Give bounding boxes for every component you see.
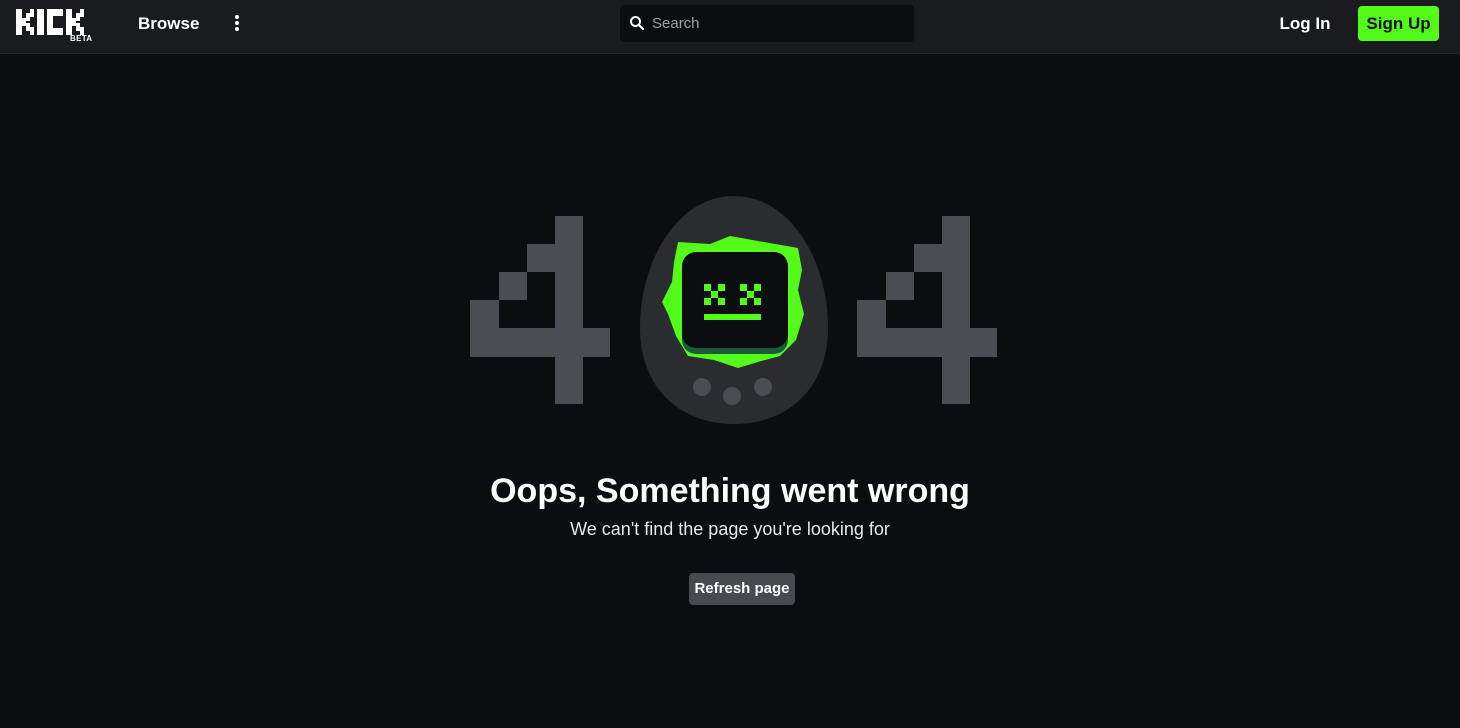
search-input[interactable] xyxy=(652,5,908,42)
signup-button[interactable]: Sign Up xyxy=(1358,6,1439,41)
top-navigation-bar: BETA Browse Log In Sign Up xyxy=(0,0,1460,54)
digit-four-left xyxy=(470,216,610,404)
error-title: Oops, Something went wrong xyxy=(490,472,970,510)
refresh-page-button[interactable]: Refresh page xyxy=(689,573,795,605)
search-icon xyxy=(629,15,645,31)
more-vertical-icon[interactable] xyxy=(227,12,247,36)
digit-four-right xyxy=(857,216,997,404)
logo-beta-label: BETA xyxy=(70,34,93,43)
browse-link[interactable]: Browse xyxy=(138,13,199,35)
kick-logo-icon xyxy=(16,9,84,35)
kick-logo[interactable]: BETA xyxy=(16,9,96,45)
error-subtitle: We can't find the page you're looking fo… xyxy=(570,519,890,539)
login-button[interactable]: Log In xyxy=(1270,8,1340,40)
error-404-illustration xyxy=(470,196,997,424)
search-bar xyxy=(620,5,914,42)
tamagotchi-error-icon xyxy=(640,196,828,424)
